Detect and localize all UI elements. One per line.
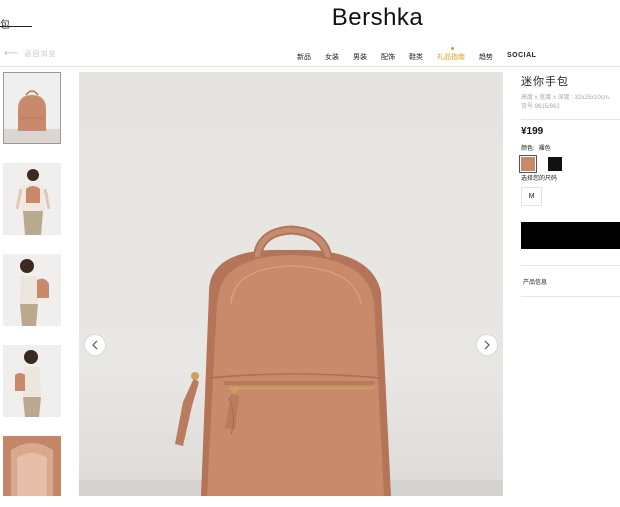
nav-item-accessories[interactable]: 配饰 (381, 52, 395, 62)
nav-item-women[interactable]: 女装 (325, 52, 339, 62)
nav-item-trends[interactable]: 趋势 (479, 52, 493, 62)
nav-item-social[interactable]: SOCIAL (507, 52, 536, 62)
product-dimensions: 高度 x 宽度 x 深度 : 32x25x10cm. (521, 95, 611, 101)
info-divider-bottom (521, 296, 620, 297)
main-nav: 新品 女装 男装 配饰 鞋类 礼品指南 趋势 SOCIAL (297, 47, 550, 62)
brand-logo[interactable]: Bershka (0, 4, 620, 32)
model-back-thumb-image (15, 169, 51, 235)
carousel-next-button[interactable] (477, 335, 497, 355)
thumb-backpack-front[interactable] (3, 72, 61, 144)
color-label: 颜色: (521, 146, 535, 152)
color-value: 裸色 (538, 146, 551, 152)
nav-highlight-dot (451, 47, 454, 50)
carousel-prev-button[interactable] (85, 335, 105, 355)
chevron-right-icon (484, 340, 490, 350)
color-row: 颜色: 裸色 (521, 143, 551, 152)
thumb-model-shoulder[interactable] (3, 345, 61, 417)
nav-item-shoes[interactable]: 鞋类 (409, 52, 423, 62)
product-info-toggle[interactable]: 产品信息 (523, 277, 547, 286)
nav-item-gift-guide[interactable]: 礼品指南 (437, 47, 465, 62)
backpack-interior-thumb-image (3, 436, 61, 496)
product-title: 迷你手包 (521, 76, 569, 88)
thumb-model-side[interactable] (3, 254, 61, 326)
price-divider (521, 119, 620, 120)
nav-item-new[interactable]: 新品 (297, 52, 311, 62)
info-divider-top (521, 265, 620, 266)
product-page: 包 ⟵ 返回浏览 Bershka 新品 女装 男装 配饰 鞋类 礼品指南 趋势 … (0, 0, 620, 507)
back-link[interactable]: ⟵ 返回浏览 (4, 48, 56, 59)
add-to-cart-button[interactable] (521, 222, 620, 249)
model-shoulder-thumb-image (15, 350, 41, 417)
size-option-m[interactable]: M (521, 187, 542, 206)
chevron-left-icon (92, 340, 98, 350)
backpack-thumb-image (4, 90, 60, 143)
size-prompt: 选择您的尺码 (521, 176, 558, 182)
header-divider (0, 66, 620, 67)
back-arrow-icon: ⟵ (4, 48, 19, 59)
back-link-label: 返回浏览 (24, 50, 57, 58)
nav-item-men[interactable]: 男装 (353, 52, 367, 62)
nav-item-gift-guide-label: 礼品指南 (437, 54, 465, 61)
model-side-thumb-image (20, 259, 49, 326)
thumb-backpack-interior[interactable] (3, 436, 61, 496)
thumbnail-strip (3, 72, 61, 496)
product-price: ¥199 (521, 126, 544, 137)
product-ref: 货号 9615/862 (521, 104, 560, 110)
backpack-main-image (79, 225, 503, 496)
thumb-model-back[interactable] (3, 163, 61, 235)
swatch-tan[interactable] (519, 155, 537, 173)
product-main-image (79, 72, 503, 496)
swatch-black[interactable] (548, 157, 562, 171)
